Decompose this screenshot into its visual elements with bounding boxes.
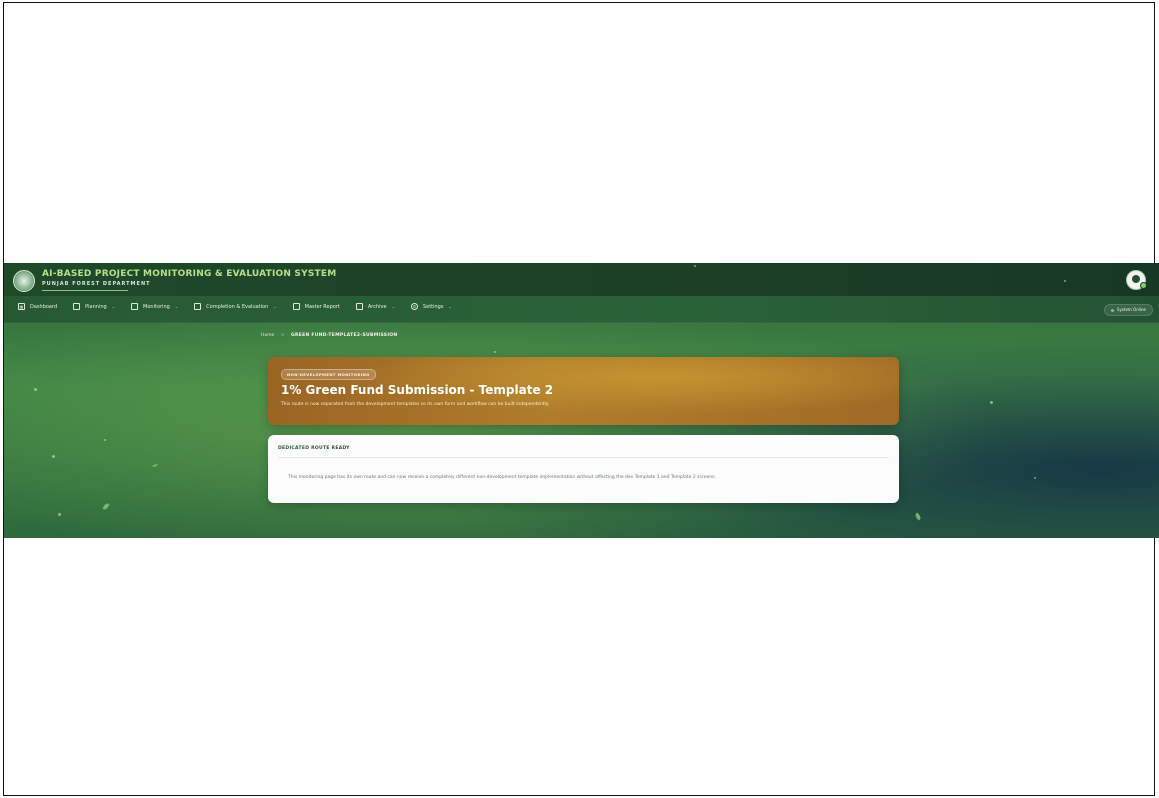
department-logo-icon bbox=[13, 270, 35, 292]
app-title: AI-BASED PROJECT MONITORING & EVALUATION… bbox=[42, 269, 336, 279]
decorative-spark-icon bbox=[1064, 280, 1066, 282]
nav-item-label: Archive bbox=[367, 303, 387, 310]
decorative-spark-icon bbox=[1034, 477, 1036, 479]
route-info-card: DEDICATED ROUTE READY This monitoring pa… bbox=[268, 435, 899, 503]
gear-icon: ✲ bbox=[410, 303, 418, 310]
decorative-leaf-icon bbox=[152, 463, 158, 468]
nav-item-archive[interactable]: Archive ⌄ bbox=[355, 303, 395, 310]
nav-item-label: Dashboard bbox=[30, 303, 58, 310]
nav-item-monitoring[interactable]: Monitoring ⌄ bbox=[131, 303, 178, 310]
card-title: DEDICATED ROUTE READY bbox=[278, 446, 350, 451]
nav-item-label: Monitoring bbox=[143, 303, 170, 310]
archive-icon bbox=[355, 303, 363, 310]
decorative-spark-icon bbox=[990, 401, 993, 404]
grid-icon: ▦ bbox=[18, 303, 25, 310]
breadcrumb-separator-icon: > bbox=[280, 333, 285, 338]
status-dot-icon bbox=[1110, 308, 1114, 312]
breadcrumb-home-link[interactable]: Home bbox=[261, 333, 274, 338]
page-description: This route is now separated from the dev… bbox=[281, 402, 550, 407]
decorative-spark-icon bbox=[58, 513, 61, 516]
decorative-spark-icon bbox=[104, 439, 106, 441]
nav-item-completion-evaluation[interactable]: Completion & Evaluation ⌄ bbox=[194, 303, 277, 310]
breadcrumb-current: GREEN FUND-TEMPLATE2-SUBMISSION bbox=[290, 333, 398, 338]
chevron-down-icon: ⌄ bbox=[174, 304, 179, 309]
nav-item-label: Planning bbox=[85, 303, 107, 310]
chevron-down-icon: ⌄ bbox=[273, 304, 277, 309]
decorative-leaf-icon bbox=[914, 512, 922, 521]
card-body-text: This monitoring page has its own route a… bbox=[288, 475, 716, 480]
page-title: 1% Green Fund Submission - Template 2 bbox=[281, 383, 554, 397]
nav-item-label: Master Report bbox=[304, 303, 340, 310]
clipboard-icon bbox=[73, 303, 81, 310]
decorative-spark-icon bbox=[52, 455, 55, 458]
online-indicator-icon bbox=[1140, 282, 1147, 289]
card-divider bbox=[278, 457, 889, 458]
nav-item-master-report[interactable]: Master Report bbox=[292, 303, 340, 310]
chevron-down-icon: ⌄ bbox=[111, 304, 116, 309]
page-hero-banner: NON-DEVELOPMENT MONITORING 1% Green Fund… bbox=[268, 357, 899, 425]
main-navigation: ▦ Dashboard Planning ⌄ Monitoring ⌄ Comp… bbox=[4, 296, 1159, 323]
decorative-spark-icon bbox=[494, 351, 496, 353]
nav-item-planning[interactable]: Planning ⌄ bbox=[73, 303, 115, 310]
app-title-text: AI-BASED PROJECT MONITORING & EVALUATION… bbox=[42, 269, 337, 279]
category-badge: NON-DEVELOPMENT MONITORING bbox=[281, 369, 376, 380]
decorative-spark-icon bbox=[34, 388, 37, 391]
nav-item-label: Settings bbox=[422, 303, 444, 310]
system-status-text: System Online bbox=[1116, 307, 1146, 312]
subtitle-underline bbox=[42, 290, 128, 291]
decorative-leaf-icon bbox=[102, 502, 110, 511]
report-icon bbox=[292, 303, 300, 310]
calendar-icon bbox=[194, 303, 202, 310]
chevron-down-icon: ⌄ bbox=[448, 304, 452, 309]
system-status-badge: System Online bbox=[1103, 304, 1153, 316]
nav-item-settings[interactable]: ✲ Settings ⌄ bbox=[410, 303, 452, 310]
app-subtitle: PUNJAB FOREST DEPARTMENT bbox=[42, 281, 151, 287]
app-header: AI-BASED PROJECT MONITORING & EVALUATION… bbox=[4, 263, 1159, 297]
monitor-icon bbox=[131, 303, 139, 310]
chevron-down-icon: ⌄ bbox=[391, 304, 395, 309]
nav-item-label: Completion & Evaluation bbox=[206, 303, 269, 310]
decorative-spark-icon bbox=[694, 265, 696, 267]
app-viewport: AI-BASED PROJECT MONITORING & EVALUATION… bbox=[4, 263, 1159, 538]
breadcrumb: Home > GREEN FUND-TEMPLATE2-SUBMISSION bbox=[261, 333, 398, 338]
nav-item-dashboard[interactable]: ▦ Dashboard bbox=[18, 303, 57, 310]
